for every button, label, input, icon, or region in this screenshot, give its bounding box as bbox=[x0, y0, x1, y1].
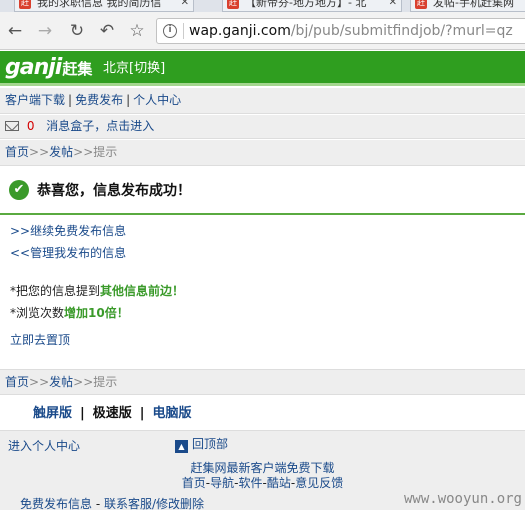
version-switch: 触屏版 | 极速版 | 电脑版 bbox=[0, 398, 525, 430]
breadcrumb: 首页>>发帖>>提示 bbox=[0, 140, 525, 166]
star-icon[interactable]: ☆ bbox=[126, 20, 148, 42]
client-download-row: 赶集网最新客户端免费下载 bbox=[0, 461, 525, 476]
pc-version-link[interactable]: 电脑版 bbox=[153, 406, 192, 421]
browser-tab[interactable]: 赶 我的求职信息 我的简历信 ✕ bbox=[14, 0, 194, 12]
promo-highlight: 增加10倍！ bbox=[64, 306, 129, 320]
site-footer: 进入个人中心 ▲ 回顶部 赶集网最新客户端免费下载 首页-导航-软件-酷站-意见反… bbox=[0, 430, 525, 510]
browser-tab-active[interactable]: 赶 发帖-手机赶集网 bbox=[410, 0, 525, 12]
promo-line-2: *浏览次数增加10倍！ bbox=[10, 306, 129, 320]
success-message: 恭喜您，信息发布成功！ bbox=[37, 183, 191, 199]
logo-cn: 赶集 bbox=[62, 60, 93, 78]
divider bbox=[183, 23, 184, 39]
footer-software-link[interactable]: 软件 bbox=[238, 476, 262, 490]
message-count: 0 bbox=[26, 119, 35, 133]
breadcrumb-post[interactable]: 发帖 bbox=[49, 375, 73, 389]
watermark: www.wooyun.org bbox=[403, 491, 522, 507]
manage-posts-link[interactable]: <<管理我发布的信息 bbox=[10, 245, 126, 261]
footer-feedback-link[interactable]: 意见反馈 bbox=[295, 476, 343, 490]
url-host: wap.ganji.com bbox=[189, 23, 291, 39]
logo-text: ganji bbox=[5, 55, 62, 80]
breadcrumb-bottom: 首页>>发帖>>提示 bbox=[0, 369, 525, 395]
touch-version-link[interactable]: 触屏版 bbox=[33, 406, 72, 421]
breadcrumb-current: 提示 bbox=[93, 375, 118, 389]
breadcrumb-home[interactable]: 首页 bbox=[5, 375, 29, 389]
close-icon[interactable]: ✕ bbox=[389, 0, 397, 11]
result-content: >>继续免费发布信息 <<管理我发布的信息 *把您的信息提到其他信息前边！ *浏… bbox=[0, 217, 525, 367]
footer-publish-link[interactable]: 免费发布信息 bbox=[20, 497, 92, 510]
message-box-row: 0 消息盒子，点击进入 bbox=[0, 115, 525, 139]
continue-publish-link[interactable]: >>继续免费发布信息 bbox=[10, 223, 126, 239]
client-download-link[interactable]: 客户端下载 bbox=[5, 93, 65, 107]
top-now-link[interactable]: 立即去置顶 bbox=[10, 332, 70, 348]
site-header: ganji赶集 北京[切换] bbox=[0, 51, 525, 86]
close-icon[interactable]: ✕ bbox=[181, 0, 189, 11]
breadcrumb-sep: >> bbox=[73, 375, 94, 389]
breadcrumb-post[interactable]: 发帖 bbox=[49, 145, 73, 159]
breadcrumb-current: 提示 bbox=[93, 145, 118, 159]
back-to-top-link[interactable]: 回顶部 bbox=[192, 437, 228, 451]
tab-title: 【新帝芬-地方地方】- 北 bbox=[245, 0, 367, 9]
footer-home-link[interactable]: 首页 bbox=[182, 476, 206, 490]
footer-service-link[interactable]: 联系客服/修改删除 bbox=[104, 497, 204, 510]
fast-version-current: 极速版 bbox=[92, 406, 132, 421]
success-banner: ✔ 恭喜您，信息发布成功！ bbox=[0, 171, 525, 215]
info-icon[interactable]: i bbox=[163, 24, 177, 38]
address-bar[interactable]: i wap.ganji.com/bj/pub/submitfindjob/?mu… bbox=[156, 18, 525, 44]
footer-nav: 首页-导航-软件-酷站-意见反馈 bbox=[181, 476, 344, 490]
promo-highlight: 其他信息前边！ bbox=[100, 284, 185, 298]
free-publish-link[interactable]: 免费发布 bbox=[75, 93, 123, 107]
back-icon[interactable]: ← bbox=[4, 20, 26, 42]
browser-toolbar: ← → ↻ ↶ ☆ i wap.ganji.com/bj/pub/submitf… bbox=[0, 12, 525, 50]
breadcrumb-sep: >> bbox=[29, 375, 50, 389]
browser-tab-strip: 赶 我的求职信息 我的简历信 ✕ 赶 【新帝芬-地方地方】- 北 ✕ 赶 发帖-… bbox=[0, 0, 525, 12]
breadcrumb-home[interactable]: 首页 bbox=[5, 145, 29, 159]
url-path: /bj/pub/submitfindjob/?murl=qz bbox=[290, 23, 513, 39]
undo-icon[interactable]: ↶ bbox=[96, 20, 118, 42]
promo-line-1: *把您的信息提到其他信息前边！ bbox=[10, 284, 185, 298]
favicon-icon: 赶 bbox=[415, 0, 427, 9]
footer-nav-link[interactable]: 导航 bbox=[210, 476, 234, 490]
client-download-footer-link[interactable]: 赶集网最新客户端免费下载 bbox=[190, 461, 334, 475]
breadcrumb-sep: >> bbox=[29, 145, 50, 159]
url-text[interactable]: wap.ganji.com/bj/pub/submitfindjob/?murl… bbox=[189, 23, 513, 39]
favicon-icon: 赶 bbox=[227, 0, 239, 9]
browser-tab[interactable]: 赶 【新帝芬-地方地方】- 北 ✕ bbox=[222, 0, 402, 12]
reload-icon[interactable]: ↻ bbox=[66, 20, 88, 42]
site-logo[interactable]: ganji赶集 bbox=[5, 56, 92, 80]
forward-icon[interactable]: → bbox=[34, 20, 56, 42]
favicon-icon: 赶 bbox=[19, 0, 31, 9]
tab-title: 发帖-手机赶集网 bbox=[433, 0, 514, 9]
footer-cool-site-link[interactable]: 酷站 bbox=[267, 476, 291, 490]
tab-title: 我的求职信息 我的简历信 bbox=[37, 0, 162, 9]
top-links: 客户端下载 | 免费发布 | 个人中心 bbox=[0, 88, 525, 114]
footer-publish-row: 免费发布信息 - 联系客服/修改删除 bbox=[20, 497, 205, 510]
back-to-top[interactable]: ▲ 回顶部 bbox=[175, 437, 228, 453]
check-icon: ✔ bbox=[9, 180, 29, 200]
arrow-up-icon: ▲ bbox=[175, 440, 188, 453]
message-box-link[interactable]: 消息盒子，点击进入 bbox=[46, 119, 154, 133]
mail-icon bbox=[5, 121, 19, 131]
breadcrumb-sep: >> bbox=[73, 145, 94, 159]
city-switch[interactable]: 北京[切换] bbox=[103, 61, 165, 77]
personal-center-link[interactable]: 个人中心 bbox=[133, 93, 181, 107]
personal-center-footer-link[interactable]: 进入个人中心 bbox=[8, 439, 80, 454]
